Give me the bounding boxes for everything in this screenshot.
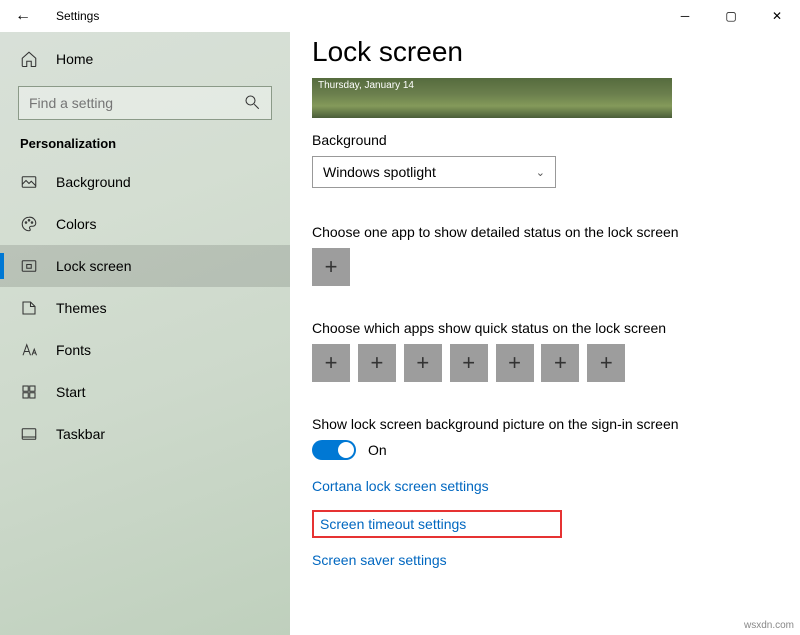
taskbar-icon bbox=[20, 425, 40, 443]
add-quick-app-button[interactable]: + bbox=[496, 344, 534, 382]
quick-status-label: Choose which apps show quick status on t… bbox=[312, 320, 800, 336]
content-pane: Lock screen Thursday, January 14 Backgro… bbox=[290, 32, 800, 635]
sidebar-item-fonts[interactable]: Fonts bbox=[0, 329, 290, 371]
add-quick-app-button[interactable]: + bbox=[450, 344, 488, 382]
sidebar-item-label: Background bbox=[56, 174, 131, 190]
start-icon bbox=[20, 383, 40, 401]
sidebar-item-label: Lock screen bbox=[56, 258, 131, 274]
search-box[interactable] bbox=[18, 86, 272, 120]
cortana-settings-link[interactable]: Cortana lock screen settings bbox=[312, 478, 800, 494]
sidebar-item-label: Themes bbox=[56, 300, 107, 316]
lock-screen-icon bbox=[20, 257, 40, 275]
nav-home[interactable]: Home bbox=[0, 40, 290, 78]
picture-icon bbox=[20, 173, 40, 191]
nav-home-label: Home bbox=[56, 51, 93, 67]
add-quick-app-button[interactable]: + bbox=[312, 344, 350, 382]
palette-icon bbox=[20, 215, 40, 233]
preview-datetime: Thursday, January 14 bbox=[318, 80, 414, 91]
sidebar-item-label: Taskbar bbox=[56, 426, 105, 442]
page-title: Lock screen bbox=[312, 36, 800, 68]
sidebar-item-colors[interactable]: Colors bbox=[0, 203, 290, 245]
toggle-state: On bbox=[368, 442, 387, 458]
watermark: wsxdn.com bbox=[744, 620, 794, 631]
category-label: Personalization bbox=[0, 120, 290, 161]
background-label: Background bbox=[312, 132, 800, 148]
chevron-down-icon: ⌄ bbox=[536, 166, 545, 179]
home-icon bbox=[20, 50, 40, 68]
lock-screen-preview[interactable]: Thursday, January 14 bbox=[312, 78, 672, 118]
window-title: Settings bbox=[56, 9, 99, 23]
sidebar-item-label: Colors bbox=[56, 216, 96, 232]
screen-saver-link[interactable]: Screen saver settings bbox=[312, 552, 800, 568]
sidebar-item-label: Start bbox=[56, 384, 86, 400]
minimize-button[interactable]: ─ bbox=[662, 0, 708, 32]
sidebar: Home Personalization Background Colors L… bbox=[0, 32, 290, 635]
signin-picture-toggle[interactable] bbox=[312, 440, 356, 460]
sidebar-item-themes[interactable]: Themes bbox=[0, 287, 290, 329]
add-quick-app-button[interactable]: + bbox=[541, 344, 579, 382]
screen-timeout-link[interactable]: Screen timeout settings bbox=[320, 516, 554, 532]
sidebar-item-start[interactable]: Start bbox=[0, 371, 290, 413]
maximize-button[interactable]: ▢ bbox=[708, 0, 754, 32]
add-quick-app-button[interactable]: + bbox=[587, 344, 625, 382]
sidebar-item-taskbar[interactable]: Taskbar bbox=[0, 413, 290, 455]
themes-icon bbox=[20, 299, 40, 317]
sidebar-item-label: Fonts bbox=[56, 342, 91, 358]
search-input[interactable] bbox=[29, 95, 243, 111]
highlight-box: Screen timeout settings bbox=[312, 510, 562, 538]
back-button[interactable]: ← bbox=[8, 7, 38, 25]
detailed-status-label: Choose one app to show detailed status o… bbox=[312, 224, 800, 240]
background-select[interactable]: Windows spotlight ⌄ bbox=[312, 156, 556, 188]
close-button[interactable]: ✕ bbox=[754, 0, 800, 32]
add-quick-app-button[interactable]: + bbox=[358, 344, 396, 382]
fonts-icon bbox=[20, 341, 40, 359]
add-quick-app-button[interactable]: + bbox=[404, 344, 442, 382]
signin-picture-label: Show lock screen background picture on t… bbox=[312, 416, 800, 432]
sidebar-item-background[interactable]: Background bbox=[0, 161, 290, 203]
background-value: Windows spotlight bbox=[323, 164, 436, 180]
add-detailed-app-button[interactable]: + bbox=[312, 248, 350, 286]
search-icon bbox=[243, 93, 261, 114]
sidebar-item-lock-screen[interactable]: Lock screen bbox=[0, 245, 290, 287]
